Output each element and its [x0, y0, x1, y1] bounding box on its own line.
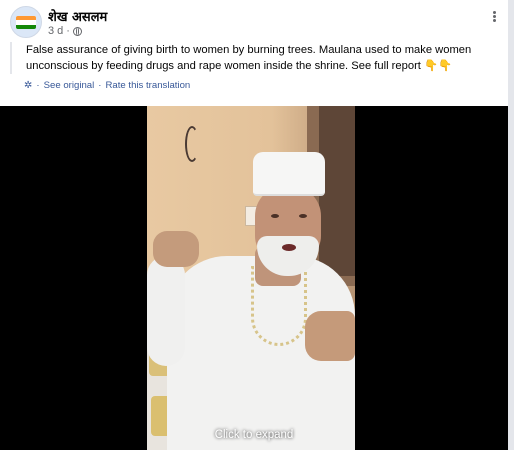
post-time[interactable]: 3 d	[48, 25, 63, 37]
india-flag-icon	[16, 16, 36, 29]
see-original-link[interactable]: See original	[44, 80, 95, 91]
avatar[interactable]	[10, 6, 42, 38]
post-text: False assurance of giving birth to women…	[10, 42, 496, 74]
more-options-icon[interactable]	[493, 10, 496, 23]
meta-separator: ·	[66, 25, 70, 37]
expand-video-button[interactable]: Click to expand	[0, 429, 508, 441]
dot-separator: ·	[98, 80, 102, 91]
globe-icon	[72, 26, 82, 36]
translation-row: ✲ · See original · Rate this translation	[24, 80, 190, 91]
post-header: शेख असलम 3 d ·	[10, 6, 498, 40]
post-meta: 3 d ·	[48, 25, 82, 37]
author-name[interactable]: शेख असलम	[48, 7, 107, 25]
scrollbar[interactable]	[508, 0, 514, 450]
video-player[interactable]: Click to expand	[0, 106, 508, 450]
video-frame	[147, 106, 355, 450]
post-card: शेख असलम 3 d · False assurance of giving…	[0, 0, 508, 450]
dot-separator: ·	[36, 80, 40, 91]
gear-icon: ✲	[24, 80, 33, 91]
rate-translation-link[interactable]: Rate this translation	[105, 80, 190, 91]
